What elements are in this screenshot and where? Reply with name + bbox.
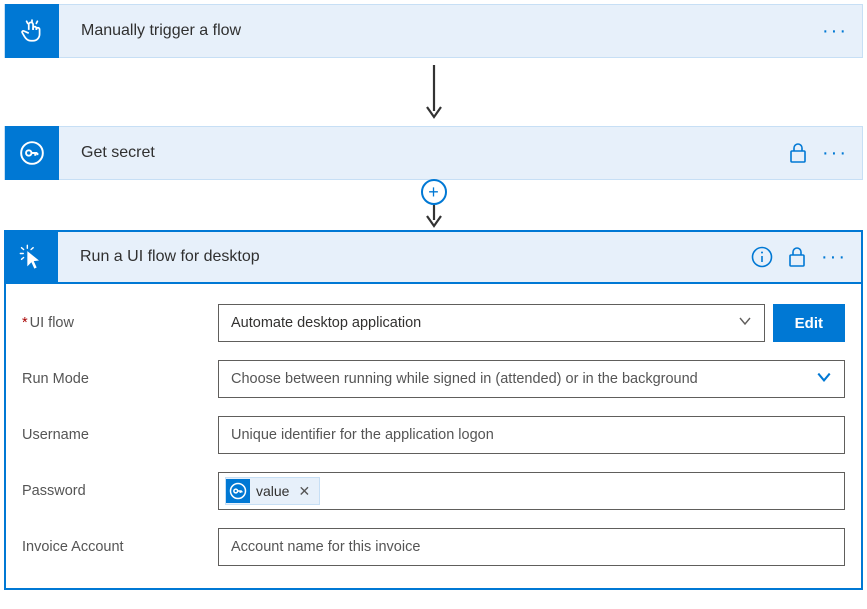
cursor-click-icon (6, 231, 58, 283)
runmode-label: Run Mode (22, 371, 218, 387)
token-label: value (256, 483, 289, 499)
edit-button[interactable]: Edit (773, 304, 845, 342)
trigger-title: Manually trigger a flow (59, 22, 822, 40)
username-label: Username (22, 427, 218, 443)
secure-lock-icon[interactable] (787, 246, 807, 268)
username-input[interactable]: Unique identifier for the application lo… (218, 416, 845, 454)
uiflow-select-value: Automate desktop application (231, 315, 421, 331)
secret-value-token[interactable]: value ✕ (225, 477, 320, 505)
connector-arrow (4, 58, 863, 126)
secure-lock-icon[interactable] (788, 142, 808, 164)
touch-icon (5, 4, 59, 58)
password-label: Password (22, 483, 218, 499)
chevron-down-icon (816, 369, 832, 389)
uiflow-menu-button[interactable]: ··· (821, 247, 847, 267)
username-placeholder: Unique identifier for the application lo… (231, 427, 494, 443)
uiflow-details-panel: *UI flow Automate desktop application Ed… (4, 284, 863, 590)
invoice-label: Invoice Account (22, 539, 218, 555)
secret-title: Get secret (59, 144, 788, 162)
trigger-step-card[interactable]: Manually trigger a flow ··· (4, 4, 863, 58)
uiflow-step-card[interactable]: Run a UI flow for desktop ··· (4, 230, 863, 284)
remove-token-button[interactable]: ✕ (295, 483, 313, 500)
get-secret-step-card[interactable]: Get secret ··· (4, 126, 863, 180)
invoice-account-input[interactable]: Account name for this invoice (218, 528, 845, 566)
uiflow-label: *UI flow (22, 315, 218, 331)
chevron-down-icon (738, 314, 752, 332)
keyvault-icon (226, 479, 250, 503)
connector-with-add: + (4, 180, 863, 230)
info-icon[interactable] (751, 246, 773, 268)
runmode-select[interactable]: Choose between running while signed in (… (218, 360, 845, 398)
uiflow-title: Run a UI flow for desktop (58, 248, 751, 266)
invoice-placeholder: Account name for this invoice (231, 539, 420, 555)
secret-menu-button[interactable]: ··· (822, 143, 848, 163)
add-step-button[interactable]: + (421, 179, 447, 205)
password-input[interactable]: value ✕ (218, 472, 845, 510)
trigger-menu-button[interactable]: ··· (822, 21, 848, 41)
runmode-placeholder: Choose between running while signed in (… (231, 371, 698, 387)
uiflow-select[interactable]: Automate desktop application (218, 304, 765, 342)
keyvault-icon (5, 126, 59, 180)
